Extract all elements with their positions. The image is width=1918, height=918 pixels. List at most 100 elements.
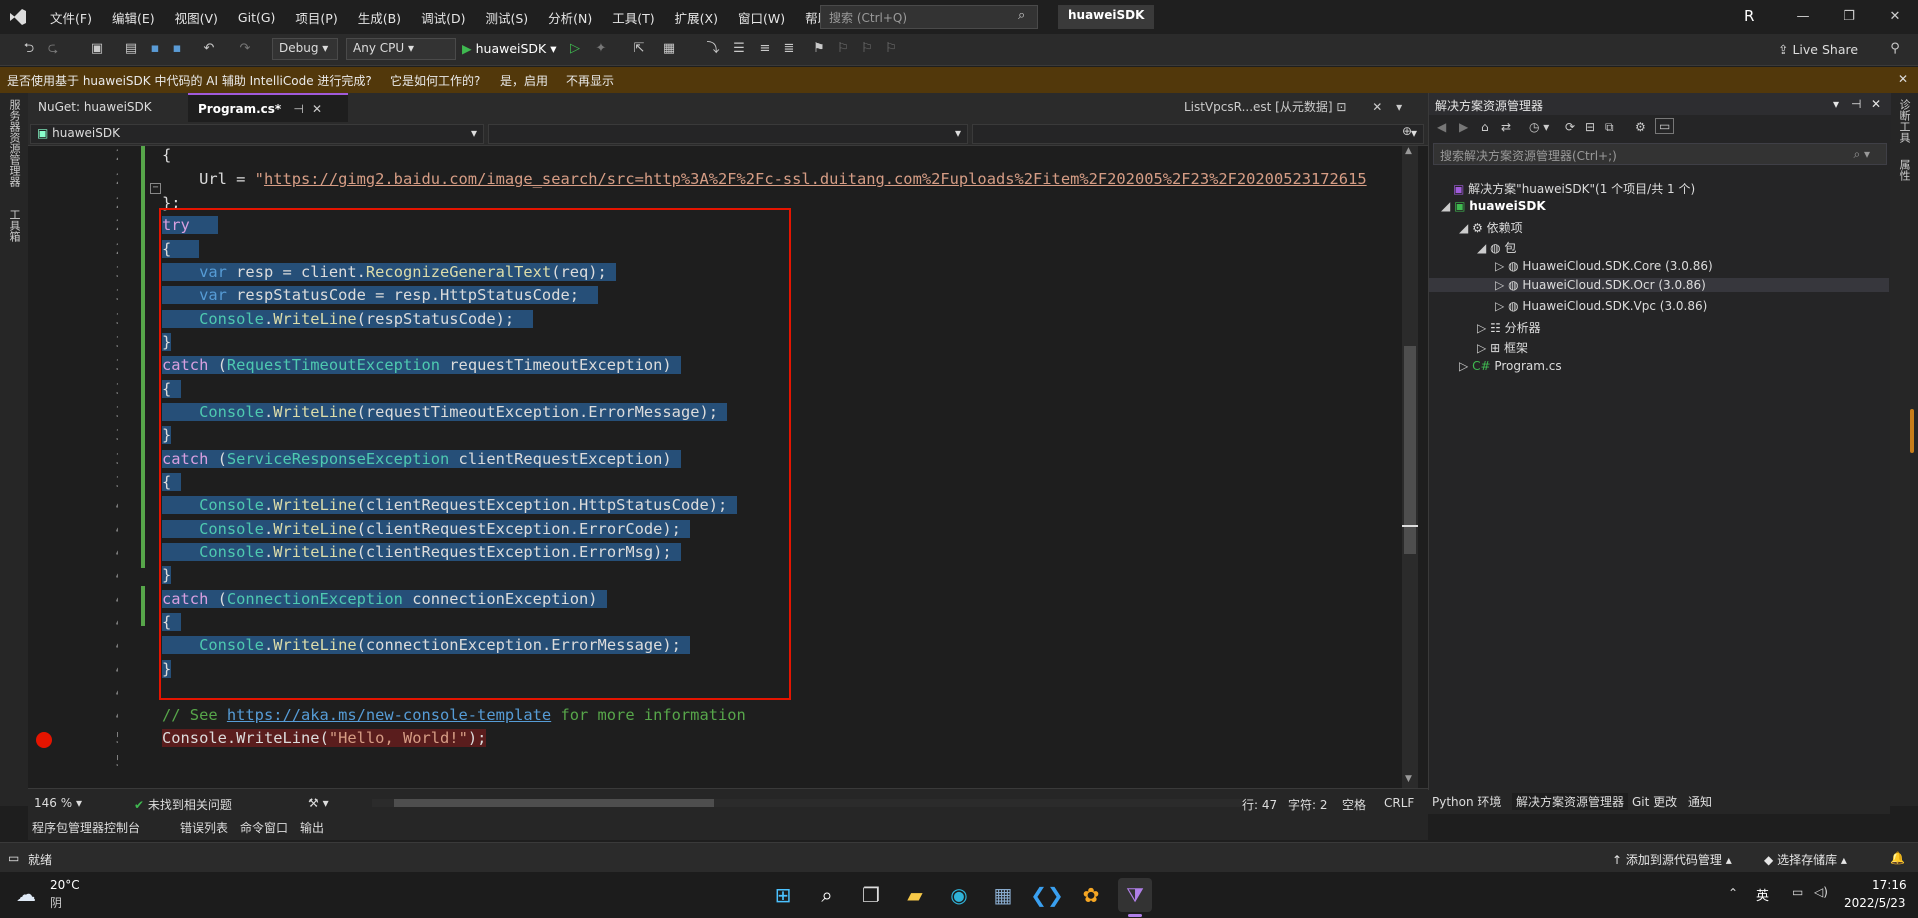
infobar-close-icon[interactable]: ✕ <box>1898 72 1908 86</box>
infobar-how-link[interactable]: 它是如何工作的? <box>390 72 480 89</box>
menu-build[interactable]: 生成(B) <box>348 8 411 27</box>
menu-test[interactable]: 测试(S) <box>475 8 538 27</box>
tab-output[interactable]: 输出 <box>300 819 324 836</box>
collapsed-arrow-icon[interactable]: ▷ <box>1495 259 1504 273</box>
whitespace-indicator[interactable]: 空格 <box>1342 796 1366 813</box>
tab-preview[interactable]: ListVpcsR...est [从元数据] ⊡ ✕ ▾ ⚙ <box>1174 93 1428 143</box>
se-options-icon[interactable]: ▾ <box>1833 97 1839 111</box>
tree-item-frameworks[interactable]: ▷ ⊞ 框架 <box>1477 339 1528 356</box>
visual-studio-logo-icon[interactable] <box>8 7 28 27</box>
collapsed-arrow-icon[interactable]: ▷ <box>1495 278 1504 292</box>
collapsed-arrow-icon[interactable]: ▷ <box>1495 299 1504 313</box>
member-dropdown[interactable]: ▾ <box>972 124 1424 144</box>
tray-expand-icon[interactable]: ⌃ <box>1728 886 1738 900</box>
new-project-icon[interactable]: ▣ <box>88 40 106 58</box>
toolbox-tab[interactable]: 工具箱 <box>6 209 22 242</box>
tree-item-project[interactable]: ◢ ▣ huaweiSDK <box>1441 199 1546 213</box>
save-all-icon[interactable]: ▪ <box>168 40 186 58</box>
tree-item-package-selected[interactable]: ▷ ◍ HuaweiCloud.SDK.Ocr (3.0.86) <box>1429 278 1889 292</box>
platform-dropdown[interactable]: Any CPU ▾ <box>346 38 456 60</box>
configuration-dropdown[interactable]: Debug ▾ <box>272 38 338 60</box>
select-repo-button[interactable]: ◆ 选择存储库 ▴ <box>1764 851 1847 868</box>
tab-list-icon[interactable]: ▾ <box>1396 100 1402 114</box>
undo-icon[interactable]: ↶ <box>200 40 218 58</box>
horizontal-scrollbar[interactable] <box>372 799 1242 807</box>
tree-item-dependencies[interactable]: ◢ ⚙ 依赖项 <box>1459 219 1523 236</box>
se-close-icon[interactable]: ✕ <box>1871 97 1881 111</box>
char-indicator[interactable]: 字符: 2 <box>1288 796 1328 813</box>
tab-notifications[interactable]: 通知 <box>1688 793 1712 810</box>
expand-arrow-icon[interactable]: ◢ <box>1441 199 1450 213</box>
network-icon[interactable]: ▭ <box>1792 885 1803 899</box>
search-taskbar-icon[interactable]: ⌕ <box>810 878 844 912</box>
eol-indicator[interactable]: CRLF <box>1384 796 1414 810</box>
menu-tools[interactable]: 工具(T) <box>602 8 664 27</box>
avatar[interactable]: R <box>1744 7 1754 25</box>
menu-extensions[interactable]: 扩展(X) <box>665 8 728 27</box>
clock-date[interactable]: 2022/5/23 <box>1844 896 1906 910</box>
cleanup-icon[interactable]: ⚒ ▾ <box>308 796 329 810</box>
server-explorer-tab[interactable]: 服务器资源管理器 <box>6 99 22 187</box>
menu-file[interactable]: 文件(F) <box>40 8 102 27</box>
se-history-icon[interactable]: ◷ ▾ <box>1529 120 1549 134</box>
uncomment-icon[interactable]: ≣ <box>780 40 798 58</box>
tab-python-environments[interactable]: Python 环境 <box>1432 793 1501 810</box>
se-home-icon[interactable]: ⌂ <box>1481 120 1489 134</box>
tree-item-analyzers[interactable]: ▷ ☷ 分析器 <box>1477 319 1541 336</box>
menu-window[interactable]: 窗口(W) <box>728 8 795 27</box>
bookmark-icon[interactable]: ⚑ <box>810 40 828 58</box>
save-icon[interactable]: ▪ <box>146 40 164 58</box>
vscode-icon[interactable]: ❮❯ <box>1030 878 1064 912</box>
store-icon[interactable]: ▦ <box>986 878 1020 912</box>
tree-item-packages[interactable]: ◢ ◍ 包 <box>1477 239 1516 256</box>
next-bookmark-icon[interactable]: ⚐ <box>858 40 876 58</box>
menu-edit[interactable]: 编辑(E) <box>102 8 165 27</box>
url-link[interactable]: https://gimg2.baidu.com/image_search/src… <box>264 170 1367 188</box>
task-view-icon[interactable]: ❐ <box>854 878 888 912</box>
start-without-debug-icon[interactable]: ▷ <box>566 40 584 58</box>
feedback-icon[interactable]: ⚲ <box>1886 40 1904 58</box>
infobar-dismiss-link[interactable]: 不再显示 <box>566 72 614 89</box>
file-explorer-icon[interactable]: ▰ <box>898 878 932 912</box>
se-forward-icon[interactable]: ▶ <box>1459 120 1468 134</box>
collapsed-arrow-icon[interactable]: ▷ <box>1477 341 1486 355</box>
open-icon[interactable]: ▤ <box>122 40 140 58</box>
se-properties-icon[interactable]: ⚙ <box>1635 120 1646 134</box>
edge-icon[interactable]: ◉ <box>942 878 976 912</box>
se-preview-icon[interactable]: ▭ <box>1655 118 1675 134</box>
tree-item-solution[interactable]: ▣ 解决方案"huaweiSDK"(1 个项目/共 1 个) <box>1453 180 1695 197</box>
volume-icon[interactable]: ◁) <box>1814 885 1828 899</box>
tab-close-icon[interactable]: ✕ <box>312 102 322 116</box>
collapsed-arrow-icon[interactable]: ▷ <box>1477 321 1486 335</box>
menu-analyze[interactable]: 分析(N) <box>538 8 602 27</box>
tree-item-package[interactable]: ▷ ◍ HuaweiCloud.SDK.Vpc (3.0.86) <box>1495 299 1707 313</box>
se-collapse-icon[interactable]: ⊟ <box>1585 120 1595 134</box>
app-icon[interactable]: ✿ <box>1074 878 1108 912</box>
minimize-button[interactable]: — <box>1780 0 1826 34</box>
preview-close-icon[interactable]: ✕ <box>1372 100 1382 114</box>
properties-tab[interactable]: 属性 <box>1896 159 1912 181</box>
menu-git[interactable]: Git(G) <box>228 10 286 25</box>
tab-solution-explorer[interactable]: 解决方案资源管理器 <box>1512 793 1629 810</box>
h-scroll-thumb[interactable] <box>394 799 714 807</box>
step-icon[interactable]: ⤵ <box>704 40 722 58</box>
se-back-icon[interactable]: ◀ <box>1437 120 1446 134</box>
se-sync-icon[interactable]: ⟳ <box>1565 120 1575 134</box>
expand-arrow-icon[interactable]: ◢ <box>1477 241 1486 255</box>
collapsed-arrow-icon[interactable]: ▷ <box>1459 359 1468 373</box>
se-switch-view-icon[interactable]: ⇄ <box>1501 120 1511 134</box>
scroll-down-icon[interactable]: ▼ <box>1405 774 1412 784</box>
menu-project[interactable]: 项目(P) <box>285 8 347 27</box>
tab-command-window[interactable]: 命令窗口 <box>240 819 288 836</box>
scroll-thumb[interactable] <box>1404 346 1416 554</box>
menu-debug[interactable]: 调试(D) <box>411 8 475 27</box>
issues-indicator[interactable]: ✔ 未找到相关问题 <box>134 796 232 813</box>
se-show-all-icon[interactable]: ⧉ <box>1605 120 1614 135</box>
prev-bookmark-icon[interactable]: ⚐ <box>834 40 852 58</box>
align-icon[interactable]: ☰ <box>730 40 748 58</box>
redo-icon[interactable]: ↷ <box>236 40 254 58</box>
tab-program-cs[interactable]: Program.cs* ⊣ ✕ <box>188 93 348 122</box>
zoom-dropdown[interactable]: 146 % ▾ <box>34 796 82 810</box>
search-input[interactable]: 搜索 (Ctrl+Q) <box>820 5 1038 29</box>
tab-nuget[interactable]: NuGet: huaweiSDK <box>28 93 184 122</box>
